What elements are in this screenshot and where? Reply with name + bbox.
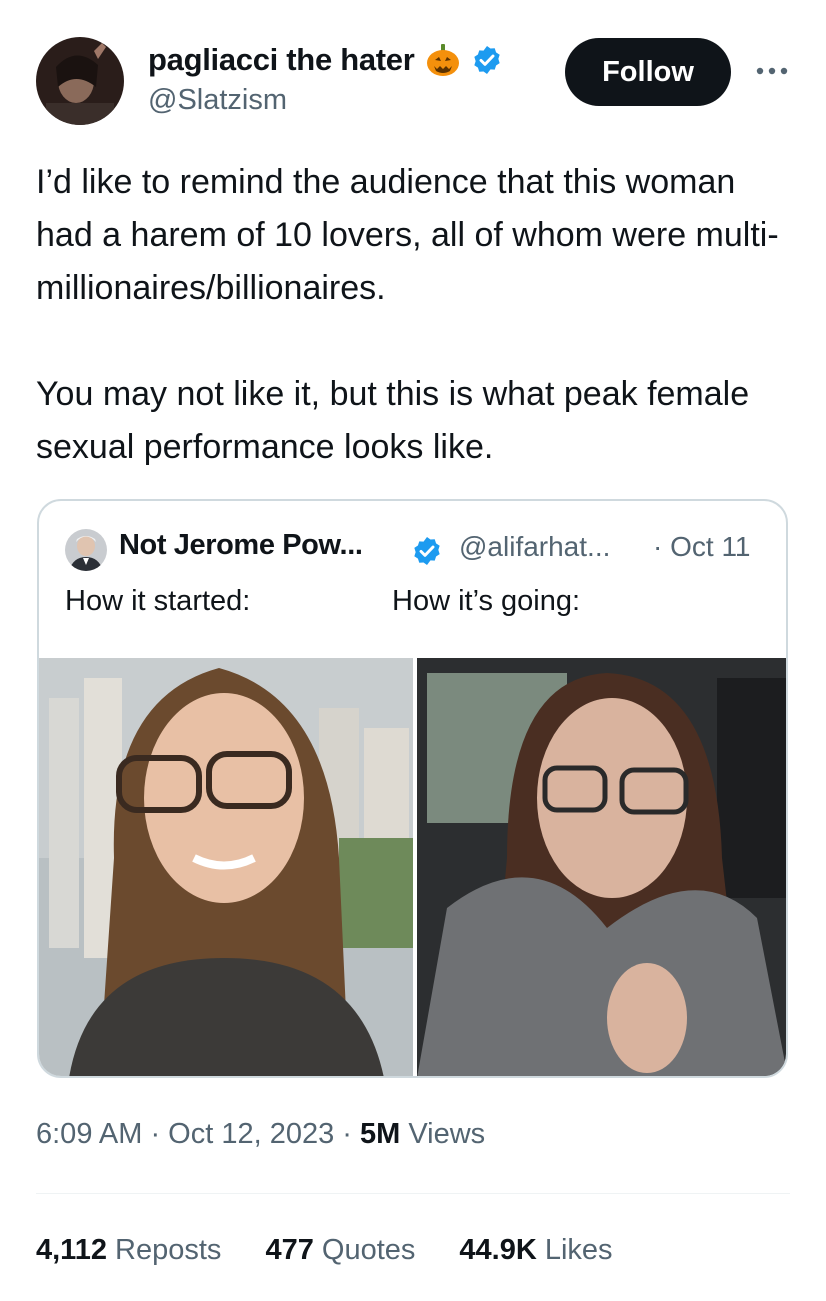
quote-date: · Oct 11	[653, 531, 751, 562]
follow-button[interactable]: Follow	[565, 38, 731, 106]
quote-author-name: Not Jerome Pow...	[119, 529, 363, 561]
author-avatar[interactable]	[36, 37, 124, 125]
quote-photo-right[interactable]	[417, 658, 786, 1076]
author-handle[interactable]: @Slatzism	[148, 84, 287, 117]
author-name-row: pagliacci the hater	[148, 38, 503, 82]
views-label: Views	[400, 1118, 486, 1150]
quote-photo-left[interactable]	[39, 658, 413, 1076]
pumpkin-icon	[425, 42, 461, 78]
quotes-stat[interactable]: 477 Quotes	[265, 1234, 415, 1267]
reposts-stat[interactable]: 4,112 Reposts	[36, 1234, 221, 1267]
author-display-name[interactable]: pagliacci the hater	[148, 42, 415, 78]
likes-stat[interactable]: 44.9K Likes	[459, 1234, 612, 1267]
quote-text-left: How it started:	[65, 585, 251, 617]
more-options-icon[interactable]	[752, 56, 792, 86]
divider	[36, 1193, 790, 1194]
tweet-timestamp[interactable]: 6:09 AM · Oct 12, 2023 ·	[36, 1118, 360, 1150]
quote-text-right: How it’s going:	[392, 585, 581, 617]
tweet-text-paragraph: You may not like it, but this is what pe…	[36, 375, 750, 466]
quote-author-avatar	[65, 529, 107, 571]
tweet-text: I’d like to remind the audience that thi…	[36, 156, 796, 474]
verified-badge-icon	[471, 44, 503, 76]
quote-author-handle: @alifarhat...	[459, 531, 611, 562]
quote-tweet-card[interactable]: Not Jerome Pow... @alifarhat... · Oct 11…	[37, 499, 788, 1078]
tweet-stats: 4,112 Reposts 477 Quotes 44.9K Likes	[36, 1234, 657, 1267]
tweet-text-paragraph: I’d like to remind the audience that thi…	[36, 163, 779, 307]
views-count: 5M	[360, 1118, 401, 1150]
tweet-meta: 6:09 AM · Oct 12, 2023 · 5M Views	[36, 1118, 485, 1151]
verified-badge-icon	[411, 535, 443, 567]
